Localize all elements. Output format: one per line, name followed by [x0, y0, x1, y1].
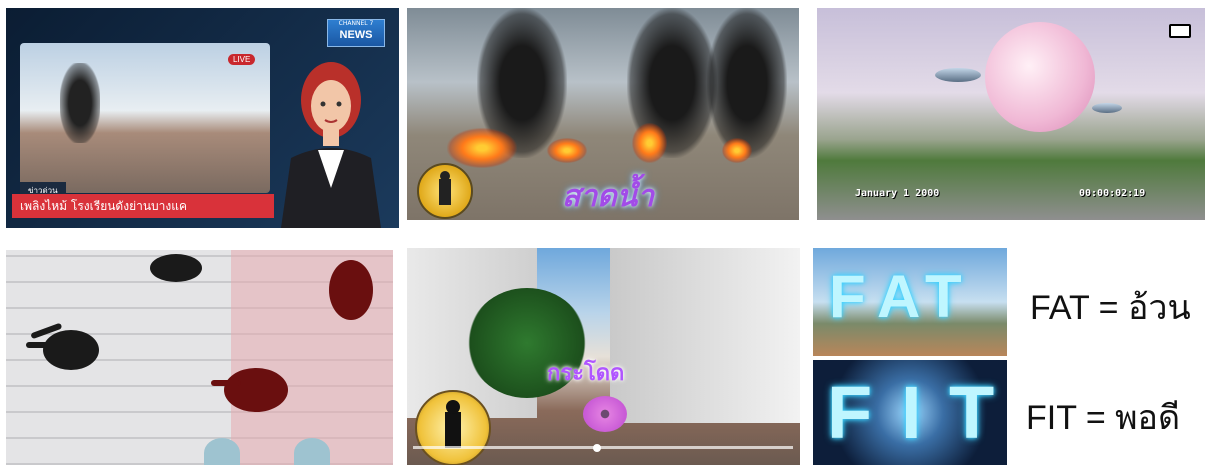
handprints-graphic	[26, 254, 373, 412]
fire-scene-image: สาดน้ำ	[407, 8, 799, 220]
smoke-plume	[707, 8, 787, 158]
news-anchor-avatar	[281, 62, 381, 228]
neon-letter: T	[949, 371, 995, 454]
fire-flame	[447, 128, 517, 168]
fire-flame	[547, 138, 587, 163]
video-progress-handle[interactable]	[593, 444, 601, 452]
fire-flame	[722, 138, 752, 163]
neon-letter: F	[827, 371, 873, 454]
vocab-equals: =	[1085, 399, 1106, 437]
neon-letter: T	[925, 263, 962, 330]
vocab-word: FAT	[1030, 289, 1090, 327]
ufo-icon	[935, 68, 981, 82]
pink-planet	[985, 22, 1095, 132]
recording-timecode: 00:00:02:19	[1079, 188, 1146, 199]
neon-letter: I	[901, 371, 922, 454]
fit-neon-image: F I T	[813, 360, 1007, 465]
right-building	[610, 248, 800, 423]
vocab-meaning: อ้วน	[1127, 289, 1191, 327]
channel-label: CHANNEL 7	[338, 20, 374, 27]
character-badge-icon	[415, 390, 491, 465]
live-badge: LIVE	[228, 54, 256, 65]
news-label: NEWS	[339, 29, 373, 41]
fat-neon-image: F A T	[813, 248, 1007, 356]
vocab-fat-row: FAT = อ้วน	[1030, 280, 1191, 334]
news-background-screen	[20, 43, 270, 193]
left-shoe	[204, 438, 240, 465]
neon-letter: A	[877, 263, 921, 330]
donut-icon	[583, 396, 627, 432]
ufo-icon	[1092, 103, 1122, 113]
video-jump-scene: กระโดด	[407, 248, 800, 465]
channel-logo: CHANNEL 7 NEWS	[327, 19, 385, 47]
vocab-word: FIT	[1026, 399, 1077, 437]
camcorder-footage-image: January 1 2000 00:00:02:19	[817, 8, 1205, 220]
vocab-meaning: พอดี	[1115, 399, 1181, 437]
smoke-plume	[60, 63, 100, 143]
fire-flame	[632, 123, 667, 163]
action-word: สาดน้ำ	[562, 179, 654, 214]
vocab-fit-row: FIT = พอดี	[1026, 390, 1180, 444]
action-word: กระโดด	[547, 361, 625, 386]
news-ticker-headline: เพลิงไหม้ โรงเรียนดังย่านบางแค	[12, 194, 274, 218]
handprint-pavement-image	[6, 250, 393, 465]
recording-date: January 1 2000	[855, 188, 940, 199]
character-badge-icon	[417, 163, 473, 219]
news-broadcast-image: CHANNEL 7 NEWS LIVE ข่าวด่วน เพลิงไหม้ โ…	[6, 8, 399, 228]
battery-icon	[1169, 24, 1191, 38]
video-progress-bar[interactable]	[413, 446, 793, 449]
right-shoe	[294, 438, 330, 465]
neon-letter: F	[829, 263, 866, 330]
vocab-equals: =	[1098, 289, 1119, 327]
